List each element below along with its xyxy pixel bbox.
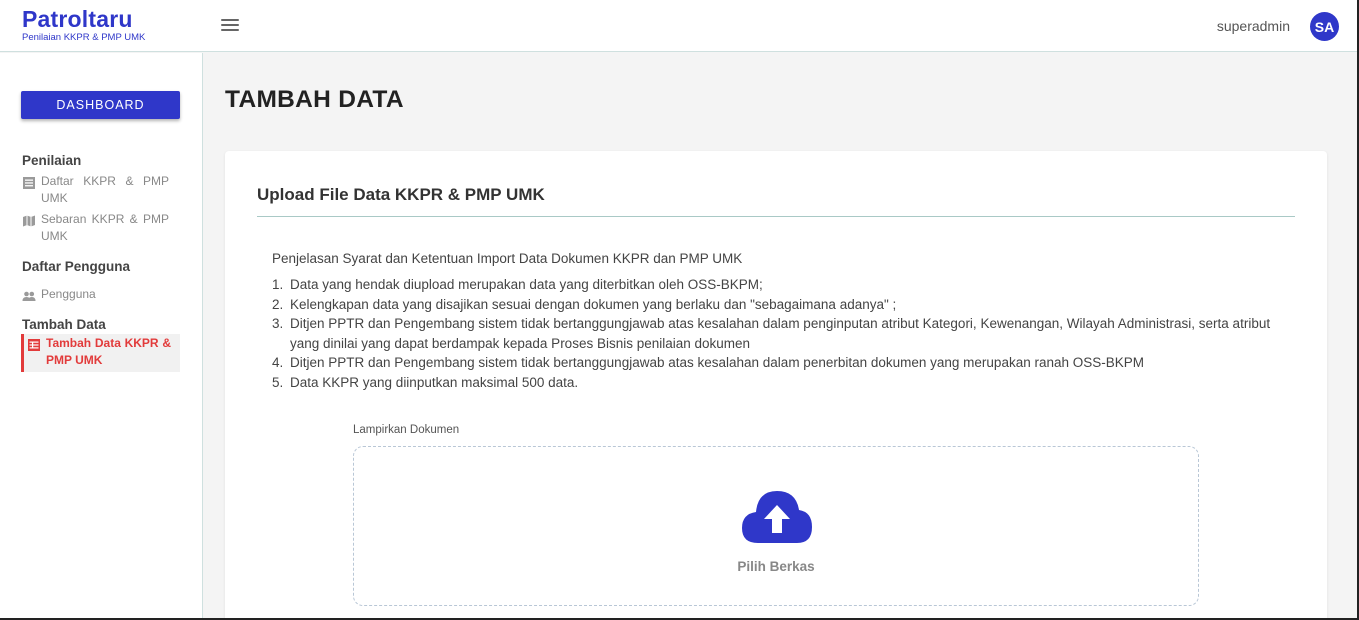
section-title-tambah-data: Tambah Data [22, 317, 106, 332]
sidebar: DASHBOARD Penilaian Daftar KKPR & PMP UM… [0, 53, 203, 620]
list-item-number: 1. [272, 277, 284, 292]
card-title: Upload File Data KKPR & PMP UMK [257, 185, 545, 204]
section-title-penilaian: Penilaian [22, 153, 82, 168]
sidebar-item-tambah-data[interactable]: Tambah Data KKPR & PMP UMK [21, 334, 180, 372]
username[interactable]: superadmin [1217, 18, 1290, 34]
list-item-text: Ditjen PPTR dan Pengembang sistem tidak … [290, 316, 1271, 351]
list-item-number: 5. [272, 374, 284, 390]
cloud-upload-icon [742, 491, 812, 543]
sidebar-item-daftar-kkpr[interactable]: Daftar KKPR & PMP UMK [22, 173, 180, 207]
brand-title[interactable]: Patroltaru [22, 6, 145, 32]
sidebar-item-pengguna[interactable]: Pengguna [22, 286, 180, 303]
list-icon [23, 177, 35, 189]
brand-subtitle: Penilaian KKPR & PMP UMK [22, 32, 146, 43]
terms-list: 1. Data yang hendak diupload merupakan da… [272, 275, 1282, 392]
list-item: 3. Ditjen PPTR dan Pengembang sistem tida… [272, 314, 1282, 353]
list-item-text: Data yang hendak diupload merupakan data… [290, 277, 763, 292]
list-item-number: 4. [272, 355, 284, 370]
dashboard-button[interactable]: DASHBOARD [21, 91, 180, 119]
table-icon [28, 339, 40, 351]
file-dropzone[interactable]: Pilih Berkas [353, 446, 1199, 606]
brand[interactable]: Patroltaru Penilaian KKPR & PMP UMK [22, 6, 145, 43]
list-item-text: Ditjen PPTR dan Pengembang sistem tidak … [290, 355, 1145, 370]
terms-intro: Penjelasan Syarat dan Ketentuan Import D… [272, 251, 743, 266]
section-title-daftar-pengguna: Daftar Pengguna [22, 259, 131, 274]
list-item-text: Data KKPR yang diinputkan maksimal 500 d… [290, 374, 579, 390]
attach-label: Lampirkan Dokumen [353, 424, 460, 436]
list-item-number: 3. [272, 316, 284, 331]
list-item-text: Kelengkapan data yang disajikan sesuai d… [290, 296, 897, 312]
list-item: 2. Kelengkapan data yang disajikan sesuai… [272, 295, 1282, 315]
sidebar-item-label: Pengguna [41, 287, 96, 301]
choose-file-button[interactable]: Pilih Berkas [354, 559, 1198, 574]
sidebar-item-sebaran-kkpr[interactable]: Sebaran KKPR & PMP UMK [22, 211, 180, 245]
divider [257, 216, 1295, 217]
upload-card: Upload File Data KKPR & PMP UMK Penjelas… [225, 151, 1327, 620]
sidebar-item-label: Tambah Data KKPR & PMP UMK [46, 336, 171, 367]
list-item-number: 2. [272, 296, 284, 312]
page-title: TAMBAH DATA [225, 86, 404, 113]
sidebar-item-label: Daftar KKPR & PMP UMK [41, 174, 169, 205]
list-item: 4. Ditjen PPTR dan Pengembang sistem tida… [272, 353, 1282, 373]
users-icon [22, 291, 36, 301]
hamburger-icon[interactable] [221, 19, 239, 33]
top-bar: Patroltaru Penilaian KKPR & PMP UMK supe… [0, 0, 1357, 52]
sidebar-item-label: Sebaran KKPR & PMP UMK [41, 212, 169, 243]
list-item: 5. Data KKPR yang diinputkan maksimal 500… [272, 373, 1282, 393]
map-icon [23, 215, 35, 227]
list-item: 1. Data yang hendak diupload merupakan da… [272, 275, 1282, 295]
avatar[interactable]: SA [1310, 12, 1339, 41]
